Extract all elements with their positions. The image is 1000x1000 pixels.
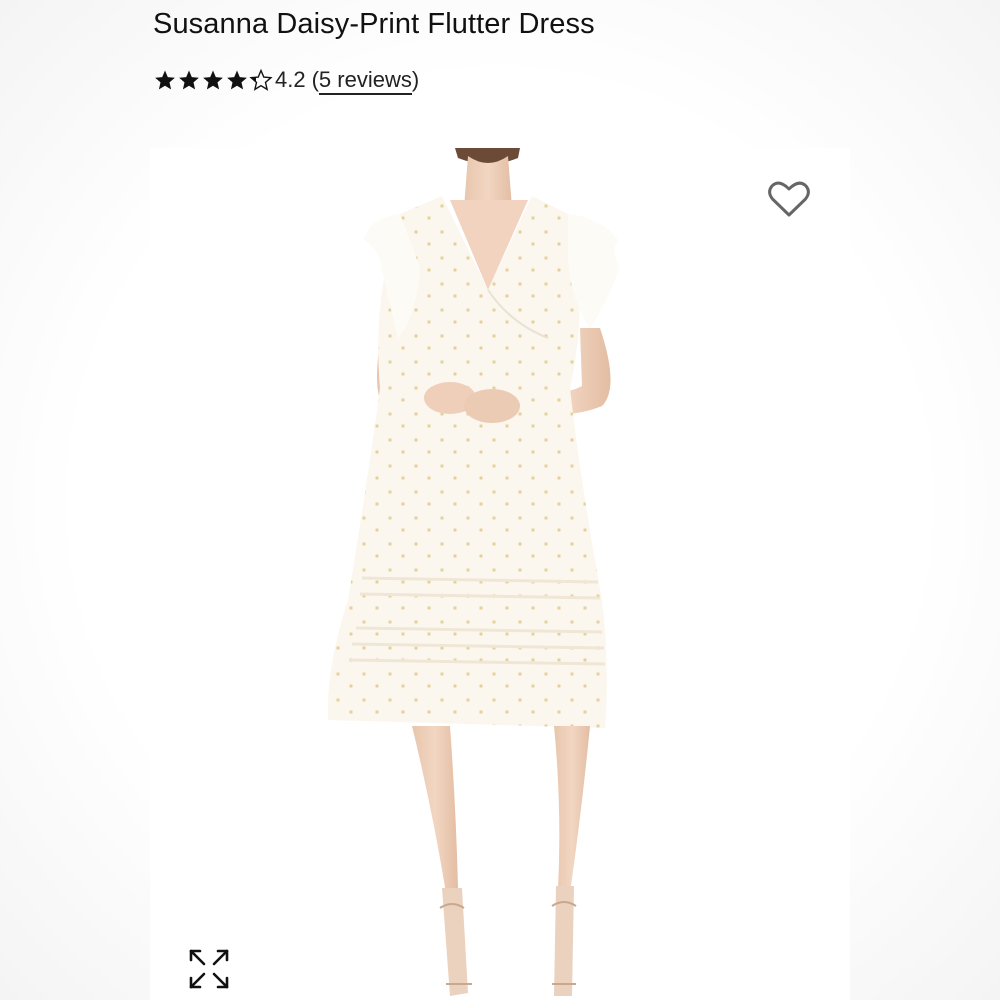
product-photo xyxy=(327,148,620,996)
product-rating: 4.2 (5 reviews) xyxy=(153,64,419,96)
heart-outline-icon xyxy=(768,181,810,217)
rating-value: 4.2 xyxy=(275,67,306,92)
star-icon xyxy=(155,70,175,90)
star-icon xyxy=(179,70,199,90)
reviews-link[interactable]: (5 reviews) xyxy=(312,67,419,95)
expand-arrows-icon xyxy=(189,949,229,989)
rating-stars xyxy=(153,68,273,92)
star-icon xyxy=(203,70,223,90)
reviews-link-text[interactable]: 5 reviews xyxy=(318,67,412,95)
star-partial-icon xyxy=(249,68,273,91)
expand-image-button[interactable] xyxy=(184,944,234,994)
product-image[interactable] xyxy=(150,148,850,1000)
product-title: Susanna Daisy-Print Flutter Dress xyxy=(153,8,595,40)
star-icon xyxy=(227,70,247,90)
wishlist-button[interactable] xyxy=(764,176,814,222)
